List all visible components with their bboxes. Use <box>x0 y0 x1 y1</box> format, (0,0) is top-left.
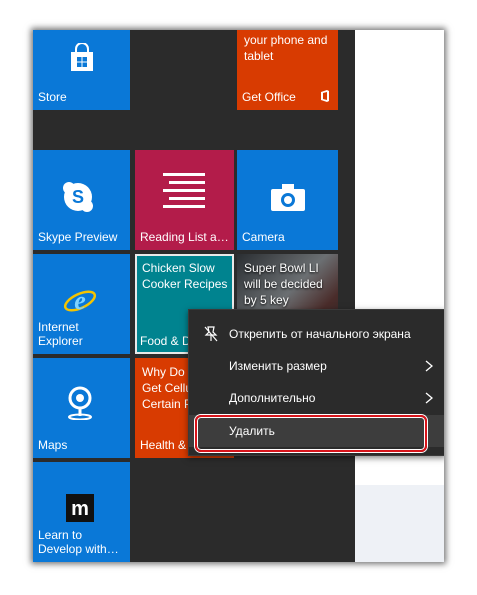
desktop-window-area <box>355 30 444 562</box>
tile-news-headline: Super Bowl LI will be decided by 5 key <box>244 261 323 307</box>
unpin-icon <box>204 326 218 342</box>
chevron-right-icon <box>425 392 433 404</box>
svg-text:S: S <box>72 187 84 207</box>
window-bottom-shade <box>355 485 444 562</box>
tile-learn-to-develop[interactable]: m Learn to Develop with… <box>33 462 130 562</box>
start-menu-tiles-panel: Store your phone and tablet Get Office S… <box>33 30 355 562</box>
tile-internet-explorer[interactable]: e Internet Explorer <box>33 254 130 354</box>
tile-skype[interactable]: S Skype Preview <box>33 150 130 250</box>
tile-get-office-text: your phone and tablet <box>244 33 328 63</box>
tile-reading-list[interactable]: Reading List a… <box>135 150 234 250</box>
screenshot-frame: Store your phone and tablet Get Office S… <box>33 30 444 562</box>
camera-icon <box>271 184 305 211</box>
tile-skype-label: Skype Preview <box>38 230 118 244</box>
internet-explorer-icon: e <box>63 286 97 315</box>
skype-icon: S <box>63 182 93 212</box>
tile-get-office[interactable]: your phone and tablet Get Office <box>237 30 338 110</box>
chevron-right-icon <box>425 360 433 372</box>
tile-store[interactable]: Store <box>33 30 130 110</box>
map-pin-icon <box>68 386 92 420</box>
menu-item-unpin[interactable]: Открепить от начального экрана <box>189 318 444 350</box>
menu-item-resize[interactable]: Изменить размер <box>189 350 444 382</box>
menu-item-resize-label: Изменить размер <box>229 359 327 373</box>
office-logo-icon <box>321 90 329 102</box>
tile-store-label: Store <box>38 90 67 104</box>
tile-food-label: Food & D <box>140 334 191 348</box>
store-bag-icon <box>71 43 93 71</box>
tile-health-label: Health & <box>140 438 187 452</box>
menu-item-more[interactable]: Дополнительно <box>189 382 444 414</box>
tile-camera[interactable]: Camera <box>237 150 338 250</box>
menu-item-more-label: Дополнительно <box>229 391 316 405</box>
svg-text:e: e <box>74 286 86 315</box>
tile-maps-label: Maps <box>38 438 68 452</box>
highlight-frame <box>195 415 427 452</box>
svg-text:m: m <box>71 498 89 520</box>
tile-maps[interactable]: Maps <box>33 358 130 458</box>
tile-learn-label: Learn to Develop with… <box>38 528 119 556</box>
reading-list-icon <box>163 173 205 208</box>
tile-food-headline: Chicken Slow Cooker Recipes <box>142 261 228 291</box>
tile-reading-list-label: Reading List a… <box>140 230 229 244</box>
tile-get-office-label: Get Office <box>242 90 296 104</box>
tile-camera-label: Camera <box>242 230 285 244</box>
menu-item-unpin-label: Открепить от начального экрана <box>229 327 411 341</box>
m-logo-icon: m <box>66 494 94 522</box>
tile-ie-label: Internet Explorer <box>38 320 83 348</box>
